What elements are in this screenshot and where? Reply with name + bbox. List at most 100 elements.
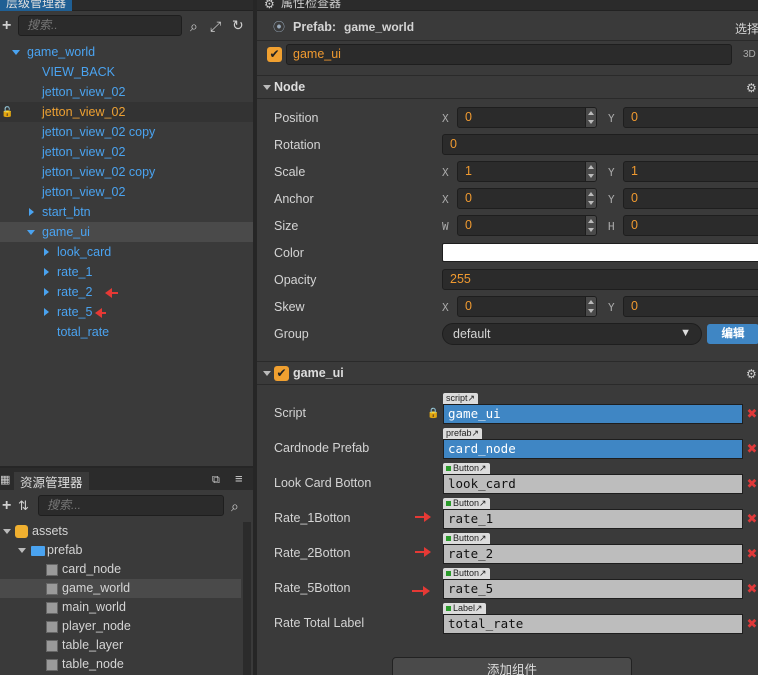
asset-item-card-node[interactable]: card_node bbox=[62, 560, 121, 579]
collapse-arrow-icon[interactable] bbox=[44, 308, 49, 316]
tree-item-jetton-view[interactable]: jetton_view_02 bbox=[42, 182, 125, 202]
popout-icon[interactable]: ⧉ bbox=[212, 473, 220, 487]
tree-item-jetton-view[interactable]: jetton_view_02 bbox=[42, 82, 125, 102]
tree-item-view-back[interactable]: VIEW_BACK bbox=[42, 62, 115, 82]
asset-item-main-world[interactable]: main_world bbox=[62, 598, 126, 617]
position-x-input[interactable]: 0 bbox=[457, 107, 597, 128]
ref-type-tag: Button↗ bbox=[443, 533, 490, 544]
asset-item-table-layer[interactable]: table_layer bbox=[62, 636, 123, 655]
tree-item-jetton-view-copy[interactable]: jetton_view_02 copy bbox=[42, 162, 155, 182]
scale-x-input[interactable]: 1 bbox=[457, 161, 597, 182]
inspector-tab[interactable]: 属性检查器 bbox=[275, 0, 347, 11]
settings-gear-icon[interactable]: ⚙ bbox=[746, 81, 757, 95]
node-name-input[interactable]: game_ui bbox=[286, 44, 732, 65]
collapse-arrow-icon[interactable] bbox=[29, 208, 34, 216]
expand-icon[interactable]: ⤢ bbox=[210, 19, 221, 33]
size-h-input[interactable]: 0 bbox=[623, 215, 758, 236]
tree-item-rate-1[interactable]: rate_1 bbox=[57, 262, 92, 282]
position-y-input[interactable]: 0 bbox=[623, 107, 758, 128]
tree-item-total-rate[interactable]: total_rate bbox=[57, 322, 109, 342]
stepper-icon[interactable] bbox=[585, 108, 596, 127]
3d-toggle[interactable]: 3D bbox=[743, 49, 756, 60]
rotation-input[interactable]: 0 bbox=[442, 134, 758, 155]
expand-arrow-icon[interactable] bbox=[27, 230, 35, 235]
tree-item-game-world[interactable]: game_world bbox=[27, 42, 95, 62]
rate-1-botton-field[interactable]: rate_1 bbox=[443, 509, 743, 529]
opacity-input[interactable]: 255 bbox=[442, 269, 758, 290]
collapse-arrow-icon[interactable] bbox=[44, 248, 49, 256]
tree-item-look-card[interactable]: look_card bbox=[57, 242, 111, 262]
expand-arrow-icon[interactable] bbox=[12, 50, 20, 55]
stepper-icon[interactable] bbox=[585, 216, 596, 235]
size-w-input[interactable]: 0 bbox=[457, 215, 597, 236]
color-swatch[interactable] bbox=[442, 243, 758, 262]
settings-gear-icon[interactable]: ⚙ bbox=[746, 367, 757, 381]
expand-arrow-icon[interactable] bbox=[3, 529, 11, 534]
rate-5-botton-field[interactable]: rate_5 bbox=[443, 579, 743, 599]
component-section-header[interactable]: ✔ game_ui ⚙ bbox=[257, 361, 758, 385]
hierarchy-search-input[interactable]: 搜索.. bbox=[18, 15, 182, 36]
skew-y-input[interactable]: 0 bbox=[623, 296, 758, 317]
assets-scrollbar[interactable] bbox=[243, 522, 251, 675]
search-icon[interactable]: ⌕ bbox=[231, 499, 239, 513]
menu-icon[interactable]: ≡ bbox=[235, 472, 243, 486]
tree-item-jetton-view[interactable]: jetton_view_02 bbox=[42, 142, 125, 162]
anchor-y-input[interactable]: 0 bbox=[623, 188, 758, 209]
asset-item-player-node[interactable]: player_node bbox=[62, 617, 131, 636]
clear-icon[interactable]: ✖ bbox=[744, 544, 758, 564]
node-section-header[interactable]: Node ⚙ bbox=[257, 75, 758, 99]
rate-total-label-field[interactable]: total_rate bbox=[443, 614, 743, 634]
anchor-x-input[interactable]: 0 bbox=[457, 188, 597, 209]
group-select[interactable]: default ▼ bbox=[442, 323, 702, 345]
skew-x-input[interactable]: 0 bbox=[457, 296, 597, 317]
tree-item-jetton-view-copy[interactable]: jetton_view_02 copy bbox=[42, 122, 155, 142]
search-icon[interactable]: ⌕ bbox=[190, 19, 198, 33]
stepper-icon[interactable] bbox=[585, 162, 596, 181]
group-edit-button[interactable]: 编辑 bbox=[707, 324, 758, 344]
clear-icon[interactable]: ✖ bbox=[744, 439, 758, 459]
clear-icon[interactable]: ✖ bbox=[744, 614, 758, 634]
component-enabled-checkbox[interactable]: ✔ bbox=[274, 366, 289, 381]
inspector-tab-bar: ⚙ 属性检查器 bbox=[257, 0, 758, 11]
look-card-botton-field[interactable]: look_card bbox=[443, 474, 743, 494]
clear-icon[interactable]: ✖ bbox=[744, 579, 758, 599]
asset-item-assets[interactable]: assets bbox=[32, 522, 68, 541]
clear-icon[interactable]: ✖ bbox=[744, 474, 758, 494]
tree-item-rate-5[interactable]: rate_5 bbox=[57, 302, 92, 322]
asset-item-prefab-folder[interactable]: prefab bbox=[47, 541, 82, 560]
assets-search-input[interactable]: 搜索... bbox=[38, 495, 224, 516]
sort-icon[interactable]: ⇅ bbox=[18, 499, 29, 513]
rate-2-botton-field[interactable]: rate_2 bbox=[443, 544, 743, 564]
clear-icon[interactable]: ✖ bbox=[744, 509, 758, 529]
asset-item-game-world[interactable]: game_world bbox=[62, 579, 130, 598]
collapse-arrow-icon[interactable] bbox=[44, 288, 49, 296]
tree-item-rate-2[interactable]: rate_2 bbox=[57, 282, 92, 302]
add-icon[interactable]: + bbox=[2, 18, 11, 34]
clear-icon[interactable]: ✖ bbox=[744, 404, 758, 424]
assets-tab[interactable]: 资源管理器 bbox=[14, 472, 89, 491]
select-button[interactable]: 选择 bbox=[735, 20, 758, 37]
expand-arrow-icon[interactable] bbox=[263, 85, 271, 90]
folder-tab-icon: ▦ bbox=[0, 474, 11, 486]
stepper-icon[interactable] bbox=[585, 297, 596, 316]
asset-item-table-node[interactable]: table_node bbox=[62, 655, 124, 674]
node-active-checkbox[interactable]: ✔ bbox=[267, 47, 282, 62]
scale-y-input[interactable]: 1 bbox=[623, 161, 758, 182]
expand-arrow-icon[interactable] bbox=[263, 371, 271, 376]
cardnode-prefab-field[interactable]: card_node bbox=[443, 439, 743, 459]
stepper-icon[interactable] bbox=[585, 189, 596, 208]
add-component-button[interactable]: 添加组件 bbox=[392, 657, 632, 675]
tree-item-game-ui[interactable]: game_ui bbox=[42, 222, 90, 242]
tree-item-jetton-view-active[interactable]: jetton_view_02 bbox=[42, 102, 125, 122]
prefab-icon bbox=[46, 602, 58, 614]
add-icon[interactable]: + bbox=[2, 498, 11, 514]
skew-x-value: 0 bbox=[465, 299, 472, 313]
collapse-arrow-icon[interactable] bbox=[44, 268, 49, 276]
hierarchy-tab[interactable]: 层级管理器 bbox=[0, 0, 73, 11]
lock-icon[interactable]: 🔓 bbox=[1, 106, 13, 120]
expand-arrow-icon[interactable] bbox=[18, 548, 26, 553]
rotation-label: Rotation bbox=[274, 138, 321, 152]
script-field[interactable]: game_ui bbox=[443, 404, 743, 424]
tree-item-start-btn[interactable]: start_btn bbox=[42, 202, 91, 222]
refresh-icon[interactable]: ↻ bbox=[232, 18, 244, 32]
